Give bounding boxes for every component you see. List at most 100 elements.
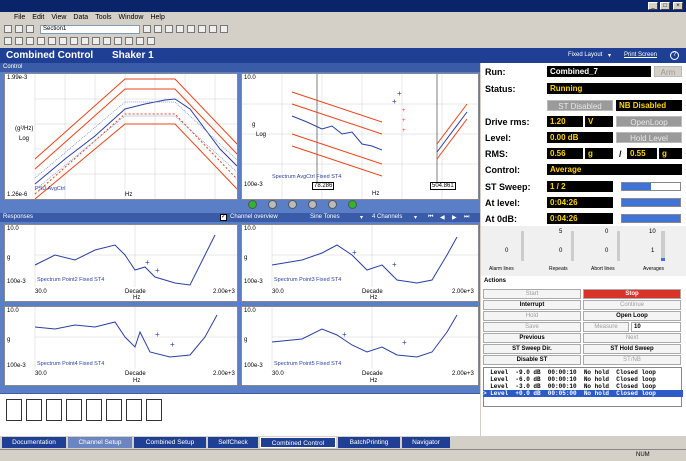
fixed-layout-dropdown[interactable]: Fixed Layout [568,52,602,58]
channel-overview-checkbox[interactable]: ✓ [220,214,227,221]
thumbnail-1[interactable] [6,399,22,421]
schedule-row-active[interactable]: > Level +0.0 dB 00:05:00 No hold Closed … [483,390,683,397]
chevron-down-icon[interactable]: ▾ [360,214,363,221]
menu-window[interactable]: Window [119,14,144,21]
help-icon[interactable] [220,25,228,33]
hold-sweep-button[interactable]: ST Hold Sweep [583,344,681,354]
tab-channel-setup[interactable]: Channel Setup [68,437,132,448]
sweep-dir-button[interactable]: ST Sweep Dir. [483,344,581,354]
grid-icon[interactable] [103,37,111,45]
marker-icon[interactable] [37,37,45,45]
tab-selfcheck[interactable]: SelfCheck [208,437,258,448]
legend-icon[interactable] [114,37,122,45]
control-plot-psd[interactable]: 1.99e-3 1.26e-6 (g²/Hz) Log Hz PSD AvgCt… [4,73,238,200]
copy-icon[interactable] [165,25,173,33]
st-disabled-button[interactable]: ST Disabled [547,100,613,111]
menu-data[interactable]: Data [73,14,88,21]
menu-tools[interactable]: Tools [95,14,111,21]
schedule-row[interactable]: Level -9.0 dB 00:00:10 No hold Closed lo… [483,369,683,376]
response-plot-1[interactable]: + + 10.0 100e-3 g 30.0 Decade Hz 2.00e+3 … [4,224,238,302]
schedule-row[interactable]: Level -3.0 dB 00:00:10 No hold Closed lo… [483,383,683,390]
mode-dropdown[interactable]: Sine Tones [310,214,340,220]
menu-edit[interactable]: Edit [32,14,44,21]
thumbnail-7[interactable] [126,399,142,421]
paste-icon[interactable] [176,25,184,33]
chevron-down-icon[interactable]: ▾ [414,214,417,221]
channels-dropdown[interactable]: 4 Channels [372,214,402,220]
pan-icon[interactable] [26,37,34,45]
tab-navigator[interactable]: Navigator [402,437,450,448]
undo-icon[interactable] [147,37,155,45]
thumbnail-4[interactable] [66,399,82,421]
export-icon[interactable] [198,25,206,33]
open-icon[interactable] [15,25,23,33]
resp2-xmin: 30.0 [272,289,284,295]
measure-input[interactable]: 10 [631,322,681,332]
next-page-icon[interactable]: ▶ [452,214,457,221]
open-loop-button[interactable]: Open Loop [583,311,681,321]
interrupt-button[interactable]: Interrupt [483,300,581,310]
continue-button[interactable]: Continue [583,300,681,310]
fit-icon[interactable] [136,37,144,45]
menu-view[interactable]: View [51,14,66,21]
peak-icon[interactable] [48,37,56,45]
new-icon[interactable] [4,25,12,33]
stop-button[interactable]: Stop [583,289,681,299]
response-plot-3[interactable]: + + 10.0 100e-3 g 30.0 Decade Hz 2.00e+3 … [4,306,238,386]
harmonic-icon[interactable] [59,37,67,45]
section-combo[interactable]: Section1 [40,24,140,34]
cursor-left-value[interactable]: 78.286 [312,182,335,190]
print-icon[interactable] [187,25,195,33]
line-icon[interactable] [92,37,100,45]
rms-unit-2: g [659,148,682,159]
thumbnail-5[interactable] [86,399,102,421]
report-icon[interactable] [209,25,217,33]
thumbnail-2[interactable] [26,399,42,421]
next-button[interactable]: Next [583,333,681,343]
cursor-right-value[interactable]: 504.861 [430,182,456,190]
openloop-button[interactable]: OpenLoop [616,116,682,127]
start-button[interactable]: Start [483,289,581,299]
cursor-icon[interactable] [4,37,12,45]
previous-button[interactable]: Previous [483,333,581,343]
response-plot-2[interactable]: + + 10.0 100e-3 g 30.0 Decade Hz 2.00e+3 … [241,224,479,302]
disable-st-button[interactable]: Disable ST [483,355,581,365]
tab-combined-setup[interactable]: Combined Setup [134,437,206,448]
schedule-row[interactable]: Level -6.0 dB 00:00:10 No hold Closed lo… [483,376,683,383]
save-icon[interactable] [26,25,34,33]
save-button[interactable]: Save [483,322,581,332]
first-page-icon[interactable]: ⏮ [428,214,433,221]
status-led-5 [328,200,337,209]
control-plot-spectrum[interactable]: + + + + + 10.0 100e-3 g Log Hz Spectrum … [241,73,479,200]
arm-button[interactable]: Arm [654,66,682,77]
hold-button[interactable]: Hold [483,311,581,321]
menu-help[interactable]: Help [150,14,164,21]
thumbnail-6[interactable] [106,399,122,421]
thumbnail-3[interactable] [46,399,62,421]
prev-page-icon[interactable]: ◀ [440,214,445,221]
cross-icon[interactable] [81,37,89,45]
tab-documentation[interactable]: Documentation [2,437,66,448]
scale-icon[interactable] [125,37,133,45]
tab-combined-control[interactable]: Combined Control [260,437,336,448]
maximize-button[interactable]: □ [660,2,670,10]
thumbnail-8[interactable] [146,399,162,421]
delete-icon[interactable] [154,25,162,33]
delta-icon[interactable] [70,37,78,45]
print-screen-link[interactable]: Print Screen [624,52,657,58]
minimize-button[interactable]: _ [648,2,658,10]
at0db-value: 0:04:26 [547,213,613,224]
stnb-button[interactable]: ST/NB [583,355,681,365]
chevron-down-icon[interactable]: ▾ [608,52,611,59]
hold-level-button[interactable]: Hold Level [616,132,682,143]
response-plot-4[interactable]: + + 10.0 100e-3 g 30.0 Decade Hz 2.00e+3 … [241,306,479,386]
cut-icon[interactable] [143,25,151,33]
measure-button[interactable]: Measure [583,322,629,332]
help-button[interactable]: ? [670,51,679,60]
tab-batchprinting[interactable]: BatchPrinting [338,437,400,448]
last-page-icon[interactable]: ⏭ [464,214,469,221]
meter-repeats-bar [571,231,574,261]
menu-file[interactable]: File [14,14,25,21]
zoom-icon[interactable] [15,37,23,45]
close-button[interactable]: × [673,2,683,10]
